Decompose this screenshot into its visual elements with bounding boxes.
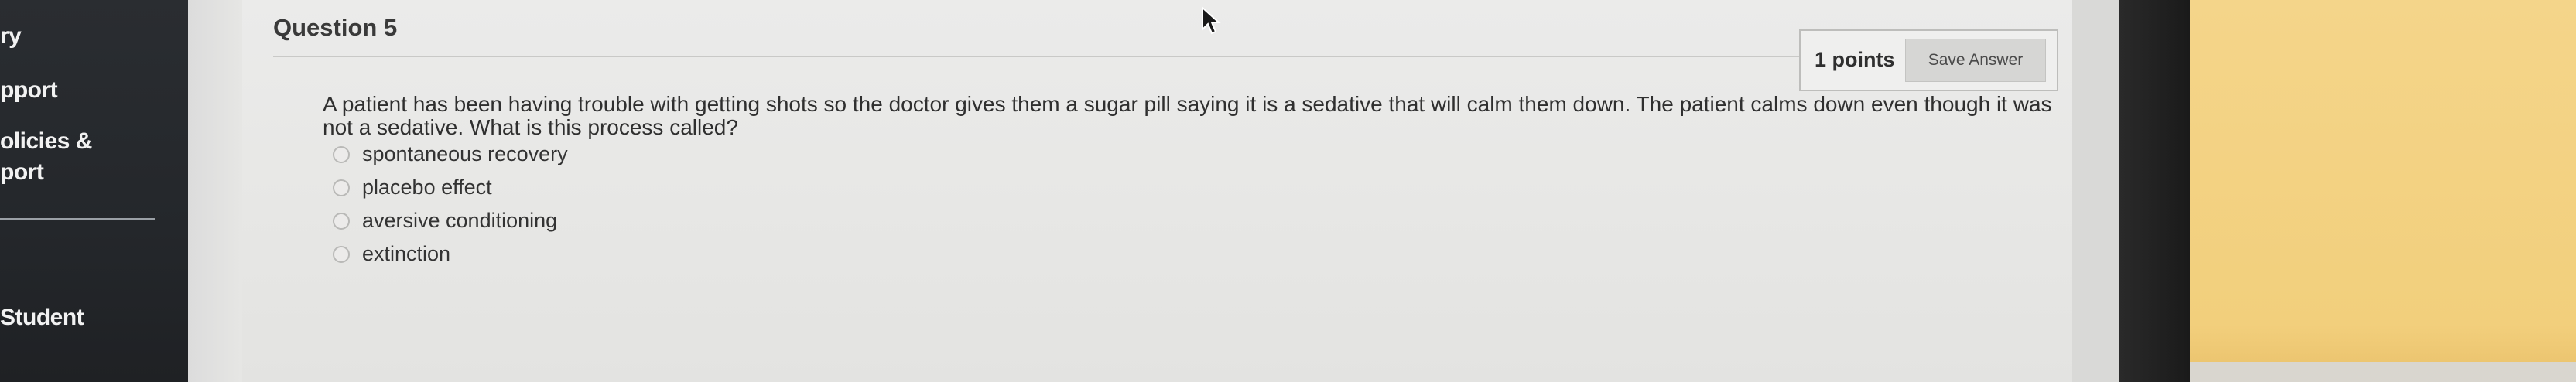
answer-option[interactable]: aversive conditioning (333, 204, 568, 237)
answer-options: spontaneous recovery placebo effect aver… (333, 138, 568, 271)
radio-button[interactable] (333, 212, 350, 230)
content-edge (2072, 0, 2119, 382)
question-title: Question 5 (273, 14, 398, 41)
monitor-bezel (2119, 0, 2190, 382)
title-divider (273, 56, 1829, 57)
answer-option-label[interactable]: placebo effect (362, 176, 492, 200)
question-prompt: A patient has been having trouble with g… (323, 92, 2052, 139)
background-surface (2190, 0, 2576, 382)
save-answer-button[interactable]: Save Answer (1905, 39, 2046, 82)
question-panel: Question 5 1 points Save Answer A patien… (242, 0, 2072, 382)
sidebar-item-ry[interactable]: ry (0, 23, 22, 49)
sidebar-divider (0, 218, 155, 220)
radio-button[interactable] (333, 179, 350, 196)
sidebar: ry pport olicies & port Student (0, 0, 188, 382)
sidebar-item-student[interactable]: Student (0, 305, 84, 331)
sidebar-item-support[interactable]: pport (0, 77, 58, 104)
answer-option-label[interactable]: spontaneous recovery (362, 142, 568, 166)
points-box: 1 points Save Answer (1799, 29, 2058, 91)
page-gutter (188, 0, 242, 382)
answer-option-label[interactable]: extinction (362, 242, 450, 266)
answer-option[interactable]: placebo effect (333, 171, 568, 204)
answer-option-label[interactable]: aversive conditioning (362, 209, 557, 233)
radio-button[interactable] (333, 245, 350, 263)
points-label: 1 points (1815, 48, 1895, 71)
answer-option[interactable]: spontaneous recovery (333, 138, 568, 171)
radio-button[interactable] (333, 145, 350, 163)
sidebar-item-policies[interactable]: olicies & (0, 128, 92, 155)
answer-option[interactable]: extinction (333, 237, 568, 271)
sidebar-item-report[interactable]: port (0, 159, 44, 186)
background-edge (2190, 362, 2576, 382)
